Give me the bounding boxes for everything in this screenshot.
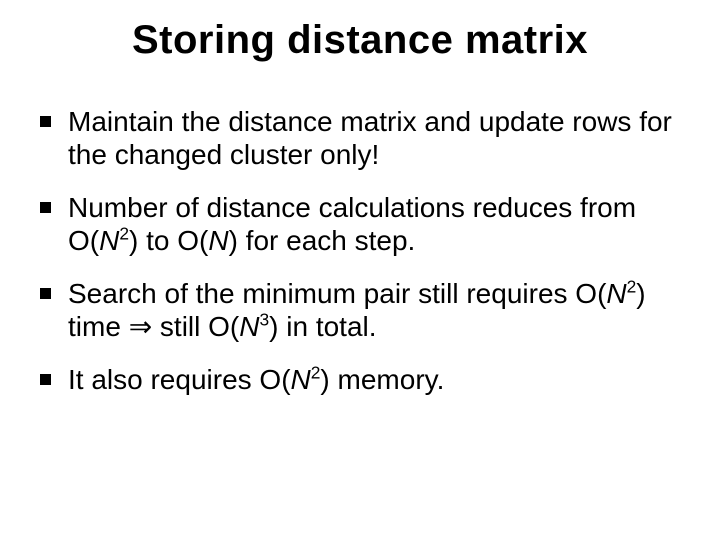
bullet-text-mid2: still O( [152, 311, 239, 342]
implies-icon: ⇒ [129, 311, 152, 342]
slide: Storing distance matrix Maintain the dis… [0, 0, 720, 540]
bullet-text-pre: Search of the minimum pair still require… [68, 278, 606, 309]
superscript: 2 [311, 363, 321, 383]
bullet-text: Maintain the distance matrix and update … [68, 106, 672, 170]
variable-n: N [239, 311, 259, 342]
bullet-item-3: Search of the minimum pair still require… [40, 277, 680, 343]
bullet-text-mid: ) to O( [129, 225, 208, 256]
bullet-list: Maintain the distance matrix and update … [40, 105, 680, 396]
bullet-text-post: ) in total. [269, 311, 376, 342]
superscript: 3 [260, 310, 270, 330]
bullet-text-pre: It also requires O( [68, 364, 291, 395]
superscript: 2 [119, 224, 129, 244]
variable-n: N [99, 225, 119, 256]
variable-n: N [606, 278, 626, 309]
superscript: 2 [627, 277, 637, 297]
variable-n: N [208, 225, 228, 256]
bullet-text-post: ) memory. [320, 364, 444, 395]
bullet-item-1: Maintain the distance matrix and update … [40, 105, 680, 171]
slide-title: Storing distance matrix [40, 18, 680, 63]
bullet-item-4: It also requires O(N2) memory. [40, 363, 680, 396]
bullet-item-2: Number of distance calculations reduces … [40, 191, 680, 257]
bullet-text-post: ) for each step. [229, 225, 416, 256]
variable-n: N [291, 364, 311, 395]
